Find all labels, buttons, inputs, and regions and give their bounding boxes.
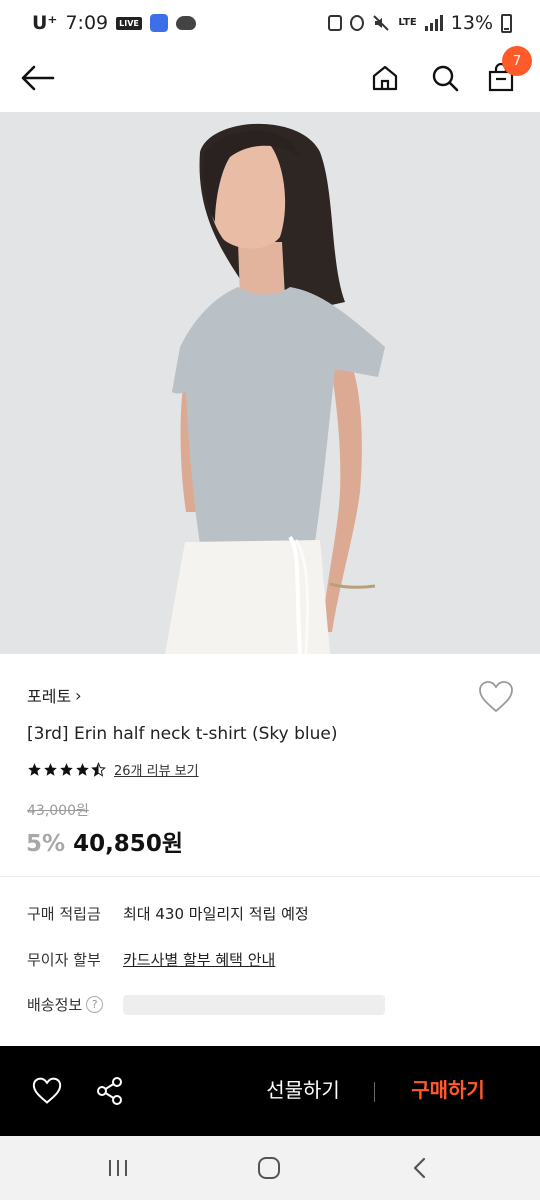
home-circle-icon (258, 1157, 280, 1179)
status-left: U⁺ 7:09 LIVE (32, 12, 196, 34)
info-label-wrap: 배송정보 ? (27, 994, 123, 1015)
top-navigation (0, 46, 540, 112)
discount-rate: 5% (26, 831, 66, 857)
info-label: 무이자 할부 (27, 951, 101, 969)
bottom-action-bar: 선물하기 구매하기 (0, 1046, 540, 1136)
loading-placeholder (123, 994, 385, 1015)
gift-button[interactable]: 선물하기 (250, 1074, 356, 1103)
installment-info-link[interactable]: 카드사별 할부 혜택 안내 (123, 949, 275, 970)
info-value: 최대 430 마일리지 적립 예정 (123, 905, 309, 923)
like-button[interactable] (27, 1071, 67, 1111)
section-divider (0, 876, 540, 877)
chevron-right-icon: › (75, 685, 82, 705)
mute-icon (373, 15, 390, 31)
star-icon (28, 763, 41, 776)
price-row: 5% 40,850원 (26, 824, 183, 858)
status-time: 7:09 (65, 12, 109, 34)
wishlist-button[interactable] (478, 680, 516, 716)
info-label: 구매 적립금 (27, 905, 101, 923)
home-icon (372, 65, 398, 91)
info-row-shipping: 배송정보 ? (27, 994, 385, 1015)
live-badge-icon: LIVE (116, 16, 142, 30)
half-star-icon (91, 762, 106, 777)
carrier-label: U⁺ (32, 12, 58, 34)
star-rating (27, 762, 106, 777)
status-right: LTE 13% (328, 12, 512, 34)
battery-percent: 13% (450, 12, 493, 34)
home-button[interactable] (363, 56, 407, 100)
lock-icon (328, 15, 343, 31)
system-navigation-bar (0, 1136, 540, 1200)
model-photo (0, 112, 540, 654)
info-label: 배송정보 (27, 996, 83, 1014)
star-icon (76, 763, 89, 776)
product-image[interactable] (0, 112, 540, 654)
battery-icon (501, 13, 512, 33)
action-divider (374, 1082, 375, 1102)
heart-icon (32, 1077, 62, 1104)
star-icon (44, 763, 57, 776)
star-icon (60, 763, 73, 776)
system-back-button[interactable] (400, 1152, 440, 1184)
cart-count-badge: 7 (502, 46, 532, 76)
info-row-mileage: 구매 적립금 최대 430 마일리지 적립 예정 (27, 903, 309, 924)
share-button[interactable] (90, 1071, 130, 1111)
rating-row: 26개 리뷰 보기 (27, 760, 199, 779)
network-type: LTE (398, 17, 417, 28)
brand-name: 포레토 (27, 687, 72, 706)
share-icon (97, 1077, 122, 1105)
cloud-notification-icon (175, 16, 196, 30)
search-icon (432, 65, 459, 92)
system-home-button[interactable] (249, 1152, 289, 1184)
info-row-installment: 무이자 할부 카드사별 할부 혜택 안내 (27, 949, 275, 970)
recent-apps-button[interactable] (98, 1152, 138, 1184)
status-bar: U⁺ 7:09 LIVE LTE 13% (0, 0, 540, 46)
original-price: 43,000원 (27, 803, 89, 819)
signal-icon (424, 15, 443, 31)
back-arrow-icon (21, 65, 55, 91)
back-chevron-icon (413, 1157, 426, 1179)
product-title: [3rd] Erin half neck t-shirt (Sky blue) (27, 724, 338, 744)
brand-link[interactable]: 포레토 › (27, 683, 82, 707)
sale-price: 40,850원 (73, 831, 183, 857)
review-link[interactable]: 26개 리뷰 보기 (114, 760, 199, 779)
back-button[interactable] (16, 56, 60, 100)
app-notification-icon (149, 14, 168, 32)
search-button[interactable] (423, 56, 467, 100)
help-icon[interactable]: ? (86, 996, 104, 1013)
alarm-icon (350, 15, 365, 31)
heart-icon (479, 681, 513, 713)
recent-apps-icon (109, 1160, 127, 1176)
buy-button[interactable]: 구매하기 (393, 1074, 503, 1103)
